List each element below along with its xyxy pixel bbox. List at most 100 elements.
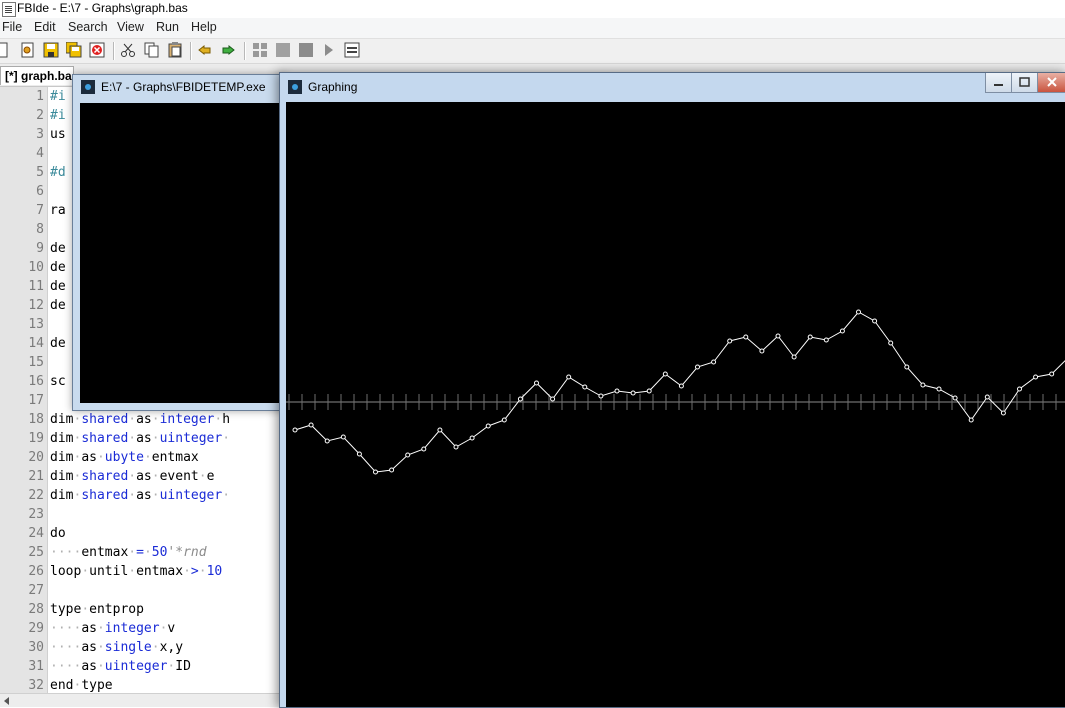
close-button[interactable] (1037, 73, 1065, 93)
toolbar (0, 39, 1065, 64)
code-line: ····as·uinteger·ID (50, 659, 191, 674)
save-all-icon[interactable] (66, 42, 82, 58)
line-number: 21 (28, 469, 44, 484)
series-line (294, 311, 1065, 473)
redo-icon[interactable] (220, 42, 236, 58)
menu-run[interactable]: Run (156, 20, 179, 34)
data-point (469, 435, 475, 441)
data-point (839, 328, 845, 334)
data-point (308, 422, 314, 428)
data-point (501, 417, 507, 423)
line-number: 11 (28, 279, 44, 294)
maximize-icon (1019, 77, 1030, 87)
menu-file[interactable]: File (2, 20, 22, 34)
undo-icon[interactable] (197, 42, 213, 58)
compile-run-icon[interactable] (275, 42, 291, 58)
console-window[interactable]: E:\7 - Graphs\FBIDETEMP.exe (72, 74, 286, 411)
graphing-window[interactable]: Graphing (279, 72, 1065, 708)
code-line: end·type (50, 678, 113, 693)
close-file-icon[interactable] (89, 42, 105, 58)
data-point (566, 374, 572, 380)
paste-icon[interactable] (167, 42, 183, 58)
data-point (405, 452, 411, 458)
code-line: #i (50, 89, 66, 104)
data-point (421, 446, 427, 452)
toolbar-separator (113, 42, 115, 60)
cmd-prompt-icon[interactable] (344, 42, 360, 58)
line-number: 17 (28, 393, 44, 408)
data-point (373, 469, 378, 475)
data-point (356, 451, 362, 457)
line-number: 24 (28, 526, 44, 541)
line-number-gutter: 1 2 3 4 5 6 7 8 9 10 11 12 13 14 15 16 17 18 19 20 21 22 23 24 2… (0, 87, 48, 693)
code-line: #d (50, 165, 66, 180)
line-number: 26 (28, 564, 44, 579)
code-line: sc (50, 374, 66, 389)
fbide-app-icon (2, 2, 16, 17)
code-line: ra (50, 203, 66, 218)
data-point (340, 434, 346, 440)
minimize-button[interactable] (985, 73, 1012, 93)
data-point (389, 467, 395, 473)
code-line: us (50, 127, 66, 142)
menu-edit[interactable]: Edit (34, 20, 56, 34)
tab-graph-bas[interactable]: [*] graph.bas (0, 66, 74, 85)
line-number: 9 (36, 241, 44, 256)
code-line: #i (50, 108, 66, 123)
data-point (534, 380, 539, 386)
data-point (807, 334, 813, 340)
line-number: 20 (28, 450, 44, 465)
line-number: 1 (36, 89, 44, 104)
app-title: FBIde - E:\7 - Graphs\graph.bas (17, 1, 188, 15)
code-line: dim·as·ubyte·entmax (50, 450, 199, 465)
toolbar-separator (244, 42, 246, 60)
quick-run-icon[interactable] (321, 42, 337, 58)
menu-view[interactable]: View (117, 20, 144, 34)
line-number: 32 (28, 678, 44, 693)
line-number: 14 (28, 336, 44, 351)
line-number: 28 (28, 602, 44, 617)
code-line: loop·until·entmax·>·10 (50, 564, 223, 579)
data-point (1017, 386, 1022, 392)
code-line: ····as·integer·v (50, 621, 176, 636)
line-number: 29 (28, 621, 44, 636)
app-title-bar: FBIde - E:\7 - Graphs\graph.bas (0, 0, 1065, 18)
menu-search[interactable]: Search (68, 20, 108, 34)
scroll-left-icon[interactable] (4, 697, 9, 705)
data-point (292, 427, 298, 433)
line-number: 2 (36, 108, 44, 123)
data-point (630, 390, 636, 396)
copy-icon[interactable] (144, 42, 160, 58)
data-point (598, 393, 604, 399)
run-icon[interactable] (298, 42, 314, 58)
open-file-icon[interactable] (20, 42, 36, 58)
toolbar-separator (190, 42, 192, 60)
code-line: dim·shared·as·uinteger· (50, 431, 231, 446)
menu-help[interactable]: Help (191, 20, 217, 34)
code-line: do (50, 526, 66, 541)
maximize-button[interactable] (1011, 73, 1038, 93)
compile-icon[interactable] (252, 42, 268, 58)
data-point (1000, 410, 1006, 416)
line-number: 18 (28, 412, 44, 427)
data-point (1049, 371, 1055, 377)
data-point (437, 427, 443, 433)
line-number: 7 (36, 203, 44, 218)
cut-icon[interactable] (120, 42, 136, 58)
new-file-icon[interactable] (0, 42, 10, 58)
line-chart (286, 309, 1065, 475)
data-point (984, 394, 990, 400)
line-number: 8 (36, 222, 44, 237)
code-line: dim·shared·as·event·e (50, 469, 215, 484)
horizontal-scrollbar[interactable] (0, 693, 280, 707)
line-number: 16 (28, 374, 44, 389)
save-icon[interactable] (43, 42, 59, 58)
console-window-title: E:\7 - Graphs\FBIDETEMP.exe (101, 80, 266, 94)
line-number: 13 (28, 317, 44, 332)
line-number: 15 (28, 355, 44, 370)
code-line: ····entmax·=·50'*rnd (50, 545, 207, 560)
data-point (856, 309, 861, 315)
data-point (872, 318, 878, 324)
code-line: de (50, 241, 66, 256)
graphing-window-icon (288, 80, 302, 94)
